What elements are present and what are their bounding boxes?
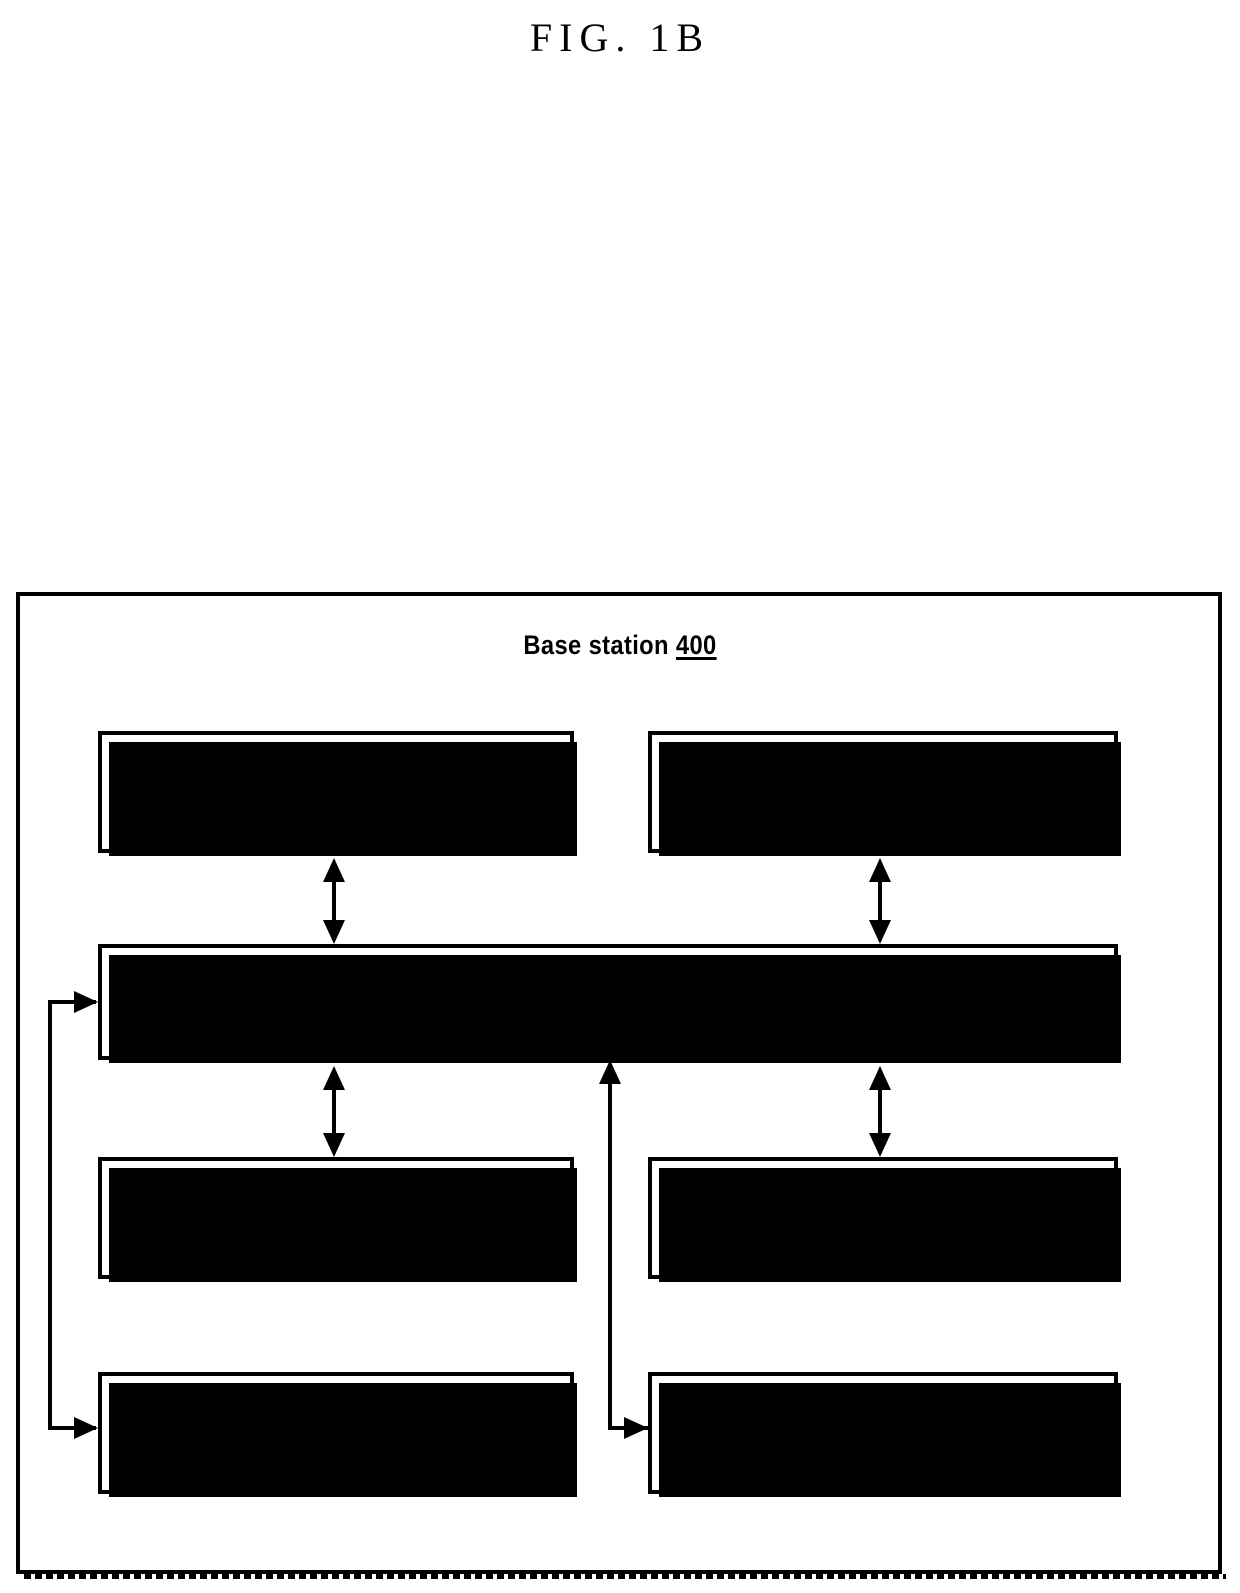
- box-network-slice-load-controller[interactable]: Network slice load controller 410: [98, 731, 577, 856]
- arrowhead-down-ocucp: [869, 1133, 891, 1157]
- box-label: Communicator 440: [506, 985, 710, 1019]
- arrowhead-down-communicator-from-nslc: [323, 920, 345, 944]
- arrowhead-right-into-odu: [624, 1417, 648, 1439]
- communicator-ref: 440: [672, 986, 711, 1017]
- figure-title: FIG. 1B: [529, 15, 711, 60]
- o-cu-up-ref: 460: [368, 1417, 407, 1448]
- arrowhead-down-communicator-from-memory: [869, 920, 891, 944]
- o-du-label: O-DU: [831, 1417, 890, 1448]
- box-label: Network slice load controller 410: [236, 758, 435, 827]
- arrowhead-down-processor: [323, 1133, 345, 1157]
- base-station-frame-shadow: [24, 1574, 1226, 1579]
- box-communicator[interactable]: Communicator 440: [98, 944, 1121, 1063]
- o-cu-up-label: O-CU-UP: [265, 1417, 363, 1448]
- arrowhead-up-communicator-from-processor: [323, 1066, 345, 1090]
- box-o-du[interactable]: O-DU 470: [648, 1372, 1121, 1497]
- o-cu-cp-ref: 450: [915, 1202, 954, 1233]
- memory-ref: 420: [910, 776, 949, 807]
- box-memory[interactable]: Memory 420: [648, 731, 1121, 856]
- base-station-label: Base station: [523, 630, 669, 660]
- arrowhead-right-into-ocuup: [74, 1417, 98, 1439]
- network-slice-load-controller-ref: 410: [372, 794, 411, 824]
- processor-label: Processor: [258, 1202, 370, 1233]
- connector-odu-communicator-vertical: [608, 1082, 612, 1430]
- arrowhead-up-communicator-from-ocucp: [869, 1066, 891, 1090]
- arrowhead-right-into-communicator: [74, 991, 98, 1013]
- base-station-caption: Base station 400: [74, 630, 1165, 661]
- o-du-ref: 470: [896, 1417, 935, 1448]
- o-cu-cp-label: O-CU-CP: [812, 1202, 910, 1233]
- box-label: O-DU 470: [832, 1416, 934, 1450]
- memory-label: Memory: [817, 776, 905, 807]
- arrowhead-up-nslc: [323, 858, 345, 882]
- box-o-cu-up[interactable]: O-CU-UP 460: [98, 1372, 577, 1497]
- connector-ocuup-communicator-vertical: [48, 1000, 52, 1430]
- box-label: O-CU-CP 450: [812, 1201, 953, 1235]
- box-processor[interactable]: Processor 430: [98, 1157, 577, 1282]
- communicator-label: Communicator: [505, 986, 666, 1017]
- box-label: Processor 430: [258, 1201, 413, 1235]
- arrowhead-up-memory: [869, 858, 891, 882]
- arrowhead-up-into-communicator-from-odu: [599, 1060, 621, 1084]
- base-station-ref: 400: [675, 630, 717, 660]
- processor-ref: 430: [375, 1202, 414, 1233]
- box-label: O-CU-UP 460: [265, 1416, 406, 1450]
- box-o-cu-cp[interactable]: O-CU-CP 450: [648, 1157, 1121, 1282]
- box-label: Memory 420: [817, 775, 948, 809]
